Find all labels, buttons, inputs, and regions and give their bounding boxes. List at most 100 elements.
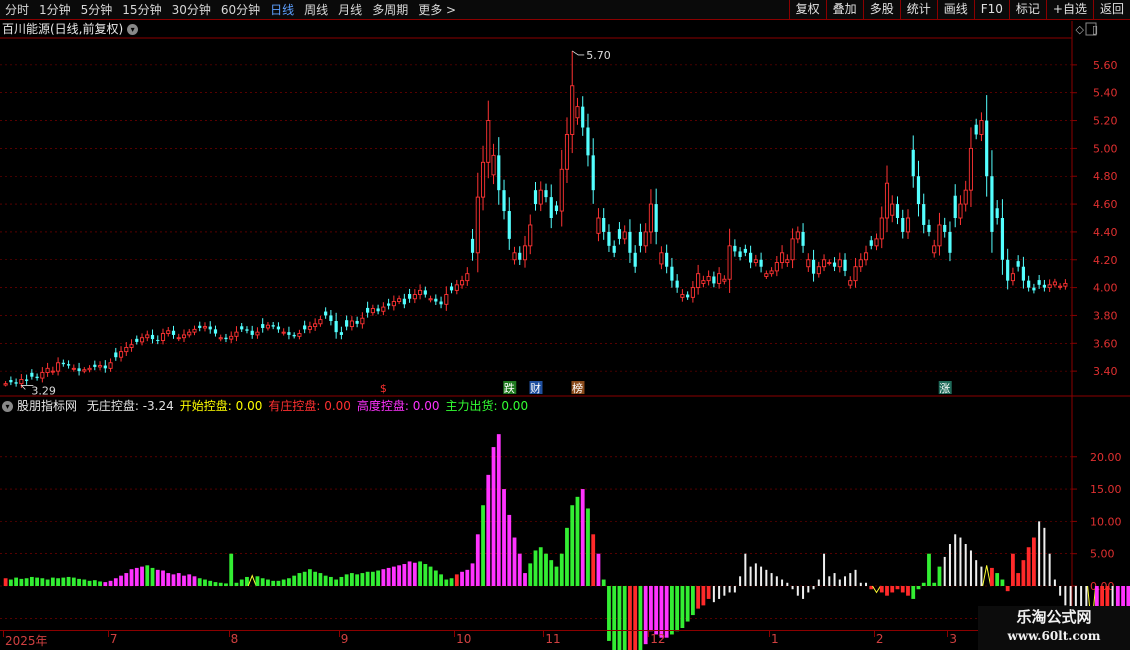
indicator-bar	[649, 586, 653, 632]
candle-body	[171, 330, 176, 335]
candle-body	[156, 339, 160, 341]
candle-body	[1047, 284, 1052, 289]
date-tick	[873, 631, 875, 637]
candle-body	[738, 251, 742, 257]
candle-body	[329, 315, 333, 322]
high-annotation-label: 5.70	[586, 49, 611, 62]
candle-body	[837, 259, 842, 268]
indicator-bar	[166, 573, 171, 586]
indicator-field-1: 开始控盘: 0.00	[179, 399, 263, 413]
indicator-bar	[344, 574, 349, 586]
candle-body	[748, 252, 753, 263]
candle-body	[402, 298, 406, 305]
indicator-bar	[370, 571, 375, 586]
candle-body	[858, 259, 863, 268]
date-label-0: 2025年	[5, 634, 48, 648]
event-marker-label: 涨	[939, 382, 950, 395]
indicator-bar	[218, 582, 223, 586]
indicator-bar	[119, 575, 123, 586]
date-label-6: 12	[650, 632, 666, 646]
candle-body	[181, 334, 187, 339]
indicator-bar	[24, 578, 29, 586]
indicator-bar	[1011, 553, 1015, 586]
indicator-bar	[29, 576, 34, 586]
indicator-bar	[895, 586, 900, 590]
indicator-bar	[449, 578, 454, 586]
date-label-3: 9	[340, 632, 349, 646]
indicator-bar	[439, 574, 443, 586]
indicator-bar	[386, 567, 391, 586]
indicator-bar	[339, 576, 344, 586]
indicator-field-4: 主力出货: 0.00	[445, 399, 529, 413]
chevron-down-icon[interactable]: ▾	[2, 401, 13, 412]
indicator-fields: 无庄控盘: -3.24 开始控盘: 0.00 有庄控盘: 0.00 高度控盘: 0.0…	[87, 399, 534, 413]
indicator-bar	[433, 570, 438, 586]
indicator-bar	[323, 575, 328, 586]
indicator-bar	[680, 586, 685, 628]
indicator-bar	[586, 508, 590, 586]
candle-body	[607, 231, 611, 246]
candle-body	[255, 331, 260, 336]
candle-body	[759, 259, 763, 267]
candle-body	[774, 262, 779, 272]
candle-body	[360, 317, 365, 325]
candle-body	[129, 344, 134, 348]
indicator-header: ▾ 股朋指标网 无庄控盘: -3.24 开始控盘: 0.00 有庄控盘: 0.00 高度…	[2, 398, 540, 414]
indicator-bar	[990, 567, 994, 586]
price-tick-label: 4.20	[1093, 254, 1118, 267]
indicator-spike	[872, 585, 881, 594]
candle-body	[324, 311, 328, 316]
candle-body	[391, 301, 396, 307]
candle-body	[948, 231, 952, 253]
candle-body	[564, 134, 570, 170]
candle-body	[628, 231, 632, 253]
indicator-bar	[50, 577, 55, 586]
candle-body	[313, 323, 318, 328]
candle-body	[727, 245, 732, 280]
candle-body	[1016, 261, 1020, 267]
candle-body	[45, 367, 50, 373]
indicator-bar	[145, 565, 150, 586]
indicator-bar	[203, 579, 207, 586]
candle-body	[780, 252, 785, 263]
candlestick-chart[interactable]: 3.40 3.60 3.80 4.00 4.20 4.40 4.60 4.80 5.00 5.20…	[0, 0, 1130, 650]
candle-body	[9, 380, 13, 383]
indicator-bar	[517, 553, 522, 586]
candle-body	[596, 217, 601, 234]
candle-body	[345, 320, 349, 327]
candle-body	[680, 294, 685, 298]
candle-body	[71, 367, 76, 370]
candle-body	[821, 259, 827, 268]
candle-body	[1037, 280, 1041, 285]
candle-body	[118, 351, 124, 358]
date-label-1: 7	[109, 632, 118, 646]
candle-body	[1021, 266, 1026, 281]
candle-body	[339, 332, 343, 335]
date-tick	[543, 631, 545, 637]
indicator-bar	[402, 564, 407, 586]
indicator-tick-label: 5.00	[1090, 548, 1115, 561]
indicator-bar	[412, 562, 417, 586]
indicator-bar	[544, 553, 548, 586]
indicator-bar	[601, 579, 606, 586]
indicator-bar	[134, 567, 139, 586]
indicator-tick-label: 20.00	[1090, 451, 1122, 464]
candle-body	[444, 294, 449, 305]
candle-body	[407, 294, 412, 299]
candle-body	[853, 266, 858, 282]
indicator-bar	[276, 580, 281, 586]
candle-body	[480, 161, 486, 198]
indicator-bar	[444, 579, 449, 586]
candle-body	[234, 331, 239, 337]
indicator-bar	[900, 586, 905, 593]
price-tick-label: 4.40	[1093, 226, 1118, 239]
indicator-name[interactable]: 股朋指标网	[17, 399, 77, 413]
indicator-bar	[596, 553, 601, 586]
candle-body	[522, 245, 528, 261]
candle-body	[827, 262, 832, 264]
indicator-bar	[701, 586, 706, 606]
indicator-bar	[260, 578, 265, 586]
date-tick	[338, 631, 340, 637]
indicator-bar	[454, 574, 459, 586]
indicator-bar	[150, 567, 155, 586]
